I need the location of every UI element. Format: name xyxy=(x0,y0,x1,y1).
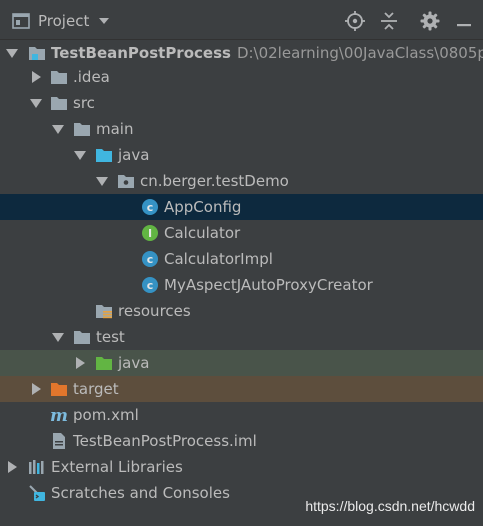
tree-node-target[interactable]: target xyxy=(0,376,483,402)
test-label: test xyxy=(96,328,125,346)
source-folder-icon xyxy=(96,149,112,162)
expand-arrow-icon[interactable] xyxy=(96,175,108,187)
test-source-folder-icon xyxy=(96,357,112,370)
tree-node-appconfig[interactable]: c AppConfig xyxy=(0,194,483,220)
svg-text:c: c xyxy=(147,279,154,292)
folder-icon xyxy=(74,331,90,344)
tree-node-iml[interactable]: TestBeanPostProcess.iml xyxy=(0,428,483,454)
svg-text:c: c xyxy=(147,253,154,266)
collapse-arrow-icon[interactable] xyxy=(6,461,18,473)
test-java-label: java xyxy=(118,354,150,372)
external-libraries-label: External Libraries xyxy=(51,458,183,476)
class-icon: c xyxy=(142,251,158,267)
excluded-folder-icon xyxy=(51,383,67,396)
gear-icon[interactable] xyxy=(419,10,441,32)
java-label: java xyxy=(118,146,150,164)
expand-arrow-icon[interactable] xyxy=(52,123,64,135)
tree-node-calculator[interactable]: I Calculator xyxy=(0,220,483,246)
resources-folder-icon xyxy=(96,305,112,319)
project-root-label: TestBeanPostProcess D:\02learning\00JavaC… xyxy=(51,43,483,63)
interface-icon: I xyxy=(142,225,158,241)
folder-icon xyxy=(51,97,67,110)
locate-target-icon[interactable] xyxy=(344,10,366,32)
hide-panel-icon[interactable] xyxy=(453,10,475,32)
tree-node-src[interactable]: src xyxy=(0,90,483,116)
expand-arrow-icon[interactable] xyxy=(6,47,18,59)
tree-node-package[interactable]: cn.berger.testDemo xyxy=(0,168,483,194)
idea-label: .idea xyxy=(73,68,110,86)
expand-arrow-icon[interactable] xyxy=(52,331,64,343)
tree-node-proxy-creator[interactable]: c MyAspectJAutoProxyCreator xyxy=(0,272,483,298)
project-path: D:\02learning\00JavaClass\0805phas xyxy=(236,44,483,62)
tree-node-external-libraries[interactable]: External Libraries xyxy=(0,454,483,480)
file-icon xyxy=(53,433,65,449)
watermark: https://blog.csdn.net/hcwdd xyxy=(305,498,475,514)
svg-text:c: c xyxy=(147,201,154,214)
tree-node-test-java[interactable]: java xyxy=(0,350,483,376)
collapse-arrow-icon[interactable] xyxy=(30,383,42,395)
project-tree: TestBeanPostProcess D:\02learning\00JavaC… xyxy=(0,40,483,526)
tree-node-idea[interactable]: .idea xyxy=(0,64,483,90)
calculatorimpl-label: CalculatorImpl xyxy=(164,250,273,268)
collapse-arrow-icon[interactable] xyxy=(30,71,42,83)
chevron-down-icon xyxy=(99,18,110,24)
tree-node-calculatorimpl[interactable]: c CalculatorImpl xyxy=(0,246,483,272)
tree-node-java[interactable]: java xyxy=(0,142,483,168)
proxy-creator-label: MyAspectJAutoProxyCreator xyxy=(164,276,373,294)
folder-icon xyxy=(74,123,90,136)
iml-label: TestBeanPostProcess.iml xyxy=(73,432,257,450)
resources-label: resources xyxy=(118,302,191,320)
module-folder-icon xyxy=(29,47,45,60)
scratches-label: Scratches and Consoles xyxy=(51,484,230,502)
project-tool-window-header: Project xyxy=(0,0,483,40)
tree-node-project-root[interactable]: TestBeanPostProcess D:\02learning\00JavaC… xyxy=(0,40,483,66)
libraries-icon xyxy=(29,460,44,474)
tree-node-test[interactable]: test xyxy=(0,324,483,350)
svg-text:I: I xyxy=(148,227,152,240)
package-icon xyxy=(118,175,134,188)
project-window-icon xyxy=(12,13,30,29)
expand-arrow-icon[interactable] xyxy=(74,149,86,161)
project-title: Project xyxy=(38,12,90,30)
project-view-selector[interactable]: Project xyxy=(12,10,110,32)
package-label: cn.berger.testDemo xyxy=(140,172,289,190)
class-icon: c xyxy=(142,199,158,215)
class-icon: c xyxy=(142,277,158,293)
main-label: main xyxy=(96,120,134,138)
collapse-arrow-icon[interactable] xyxy=(74,357,86,369)
tree-node-main[interactable]: main xyxy=(0,116,483,142)
collapse-all-icon[interactable] xyxy=(378,10,400,32)
src-label: src xyxy=(73,94,95,112)
tree-node-pom[interactable]: m pom.xml xyxy=(0,402,483,428)
svg-text:m: m xyxy=(50,406,68,424)
calculator-label: Calculator xyxy=(164,224,241,242)
target-label: target xyxy=(73,380,119,398)
pom-label: pom.xml xyxy=(73,406,139,424)
appconfig-label: AppConfig xyxy=(164,198,242,216)
scratches-icon xyxy=(29,485,45,501)
tree-node-resources[interactable]: resources xyxy=(0,298,483,324)
folder-icon xyxy=(51,71,67,84)
maven-icon: m xyxy=(50,406,68,424)
expand-arrow-icon[interactable] xyxy=(30,97,42,109)
